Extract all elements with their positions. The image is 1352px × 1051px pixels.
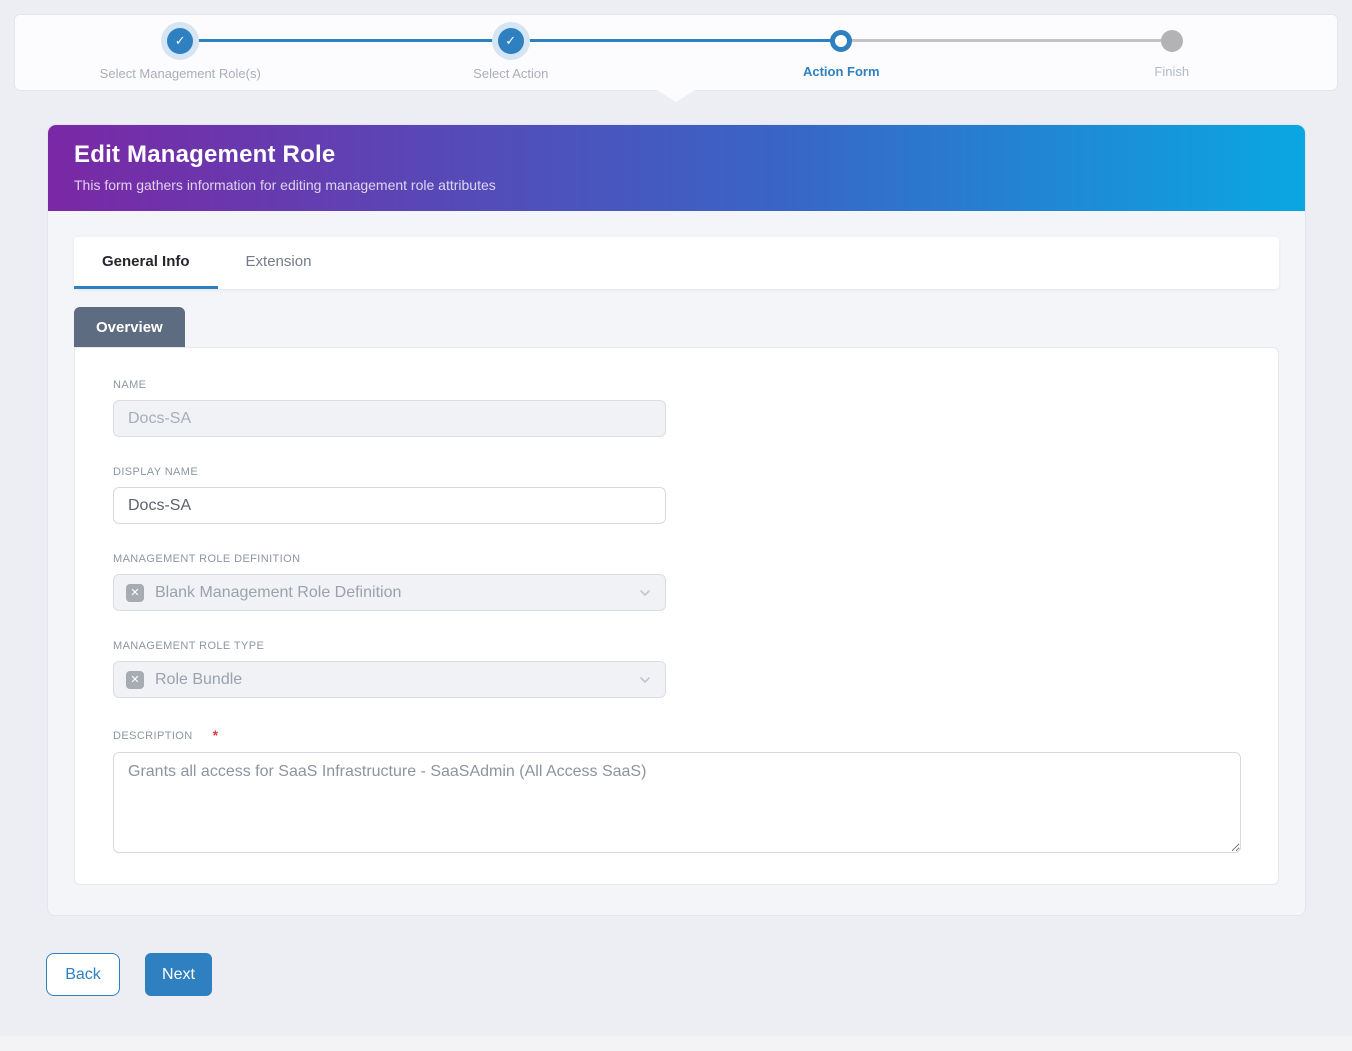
card-body: General Info Extension Overview NAME DIS…	[48, 211, 1305, 915]
check-circle-icon: ✓	[498, 28, 524, 54]
step-select-management-roles[interactable]: ✓ Select Management Role(s)	[15, 15, 346, 90]
role-type-value: Role Bundle	[155, 671, 242, 689]
chevron-down-icon	[637, 672, 653, 688]
tab-general-info[interactable]: General Info	[74, 237, 218, 289]
name-label: NAME	[113, 379, 1236, 391]
step-finish[interactable]: Finish	[1007, 15, 1338, 90]
step-label: Action Form	[803, 64, 880, 79]
role-definition-label: MANAGEMENT ROLE DEFINITION	[113, 553, 1236, 565]
card-gradient-header: Edit Management Role This form gathers i…	[48, 125, 1305, 211]
tag-remove-x-icon: ✕	[126, 671, 144, 689]
overview-panel: NAME DISPLAY NAME MANAGEMENT ROLE DEFINI…	[74, 347, 1279, 885]
check-circle-icon: ✓	[167, 28, 193, 54]
next-button[interactable]: Next	[145, 953, 212, 996]
description-textarea[interactable]: Grants all access for SaaS Infrastructur…	[113, 752, 1241, 853]
page-title: Edit Management Role	[74, 141, 1279, 169]
section-badge-overview: Overview	[74, 307, 185, 347]
step-label: Select Management Role(s)	[100, 66, 261, 81]
name-input	[113, 400, 666, 437]
role-type-label: MANAGEMENT ROLE TYPE	[113, 640, 1236, 652]
role-definition-value: Blank Management Role Definition	[155, 584, 401, 602]
display-name-input[interactable]	[113, 487, 666, 524]
step-label: Select Action	[473, 66, 548, 81]
required-asterisk: *	[213, 727, 219, 743]
field-role-definition: MANAGEMENT ROLE DEFINITION ✕ Blank Manag…	[113, 553, 1236, 611]
field-description: DESCRIPTION* Grants all access for SaaS …	[113, 727, 1236, 858]
field-role-type: MANAGEMENT ROLE TYPE ✕ Role Bundle	[113, 640, 1236, 698]
step-action-form[interactable]: Action Form	[676, 15, 1007, 90]
tag-remove-x-icon: ✕	[126, 584, 144, 602]
stepper-caret	[657, 90, 695, 102]
description-label-text: DESCRIPTION	[113, 730, 193, 742]
back-button[interactable]: Back	[46, 953, 120, 996]
step-label: Finish	[1154, 64, 1189, 79]
role-definition-select: ✕ Blank Management Role Definition	[113, 574, 666, 611]
wizard-stepper: ✓ Select Management Role(s) ✓ Select Act…	[14, 14, 1338, 91]
page-subtitle: This form gathers information for editin…	[74, 177, 1279, 193]
step-select-action[interactable]: ✓ Select Action	[346, 15, 677, 90]
display-name-label: DISPLAY NAME	[113, 466, 1236, 478]
pending-dot-icon	[1161, 30, 1183, 52]
active-ring-icon	[830, 30, 852, 52]
role-type-select: ✕ Role Bundle	[113, 661, 666, 698]
description-label: DESCRIPTION *	[113, 727, 1236, 743]
tab-extension[interactable]: Extension	[218, 237, 340, 289]
field-display-name: DISPLAY NAME	[113, 466, 1236, 524]
edit-management-role-card: Edit Management Role This form gathers i…	[47, 124, 1306, 916]
chevron-down-icon	[637, 585, 653, 601]
field-name: NAME	[113, 379, 1236, 437]
wizard-actions: Back Next	[46, 953, 1352, 996]
footer-strip	[0, 1036, 1352, 1051]
tabs-bar: General Info Extension	[74, 237, 1279, 289]
